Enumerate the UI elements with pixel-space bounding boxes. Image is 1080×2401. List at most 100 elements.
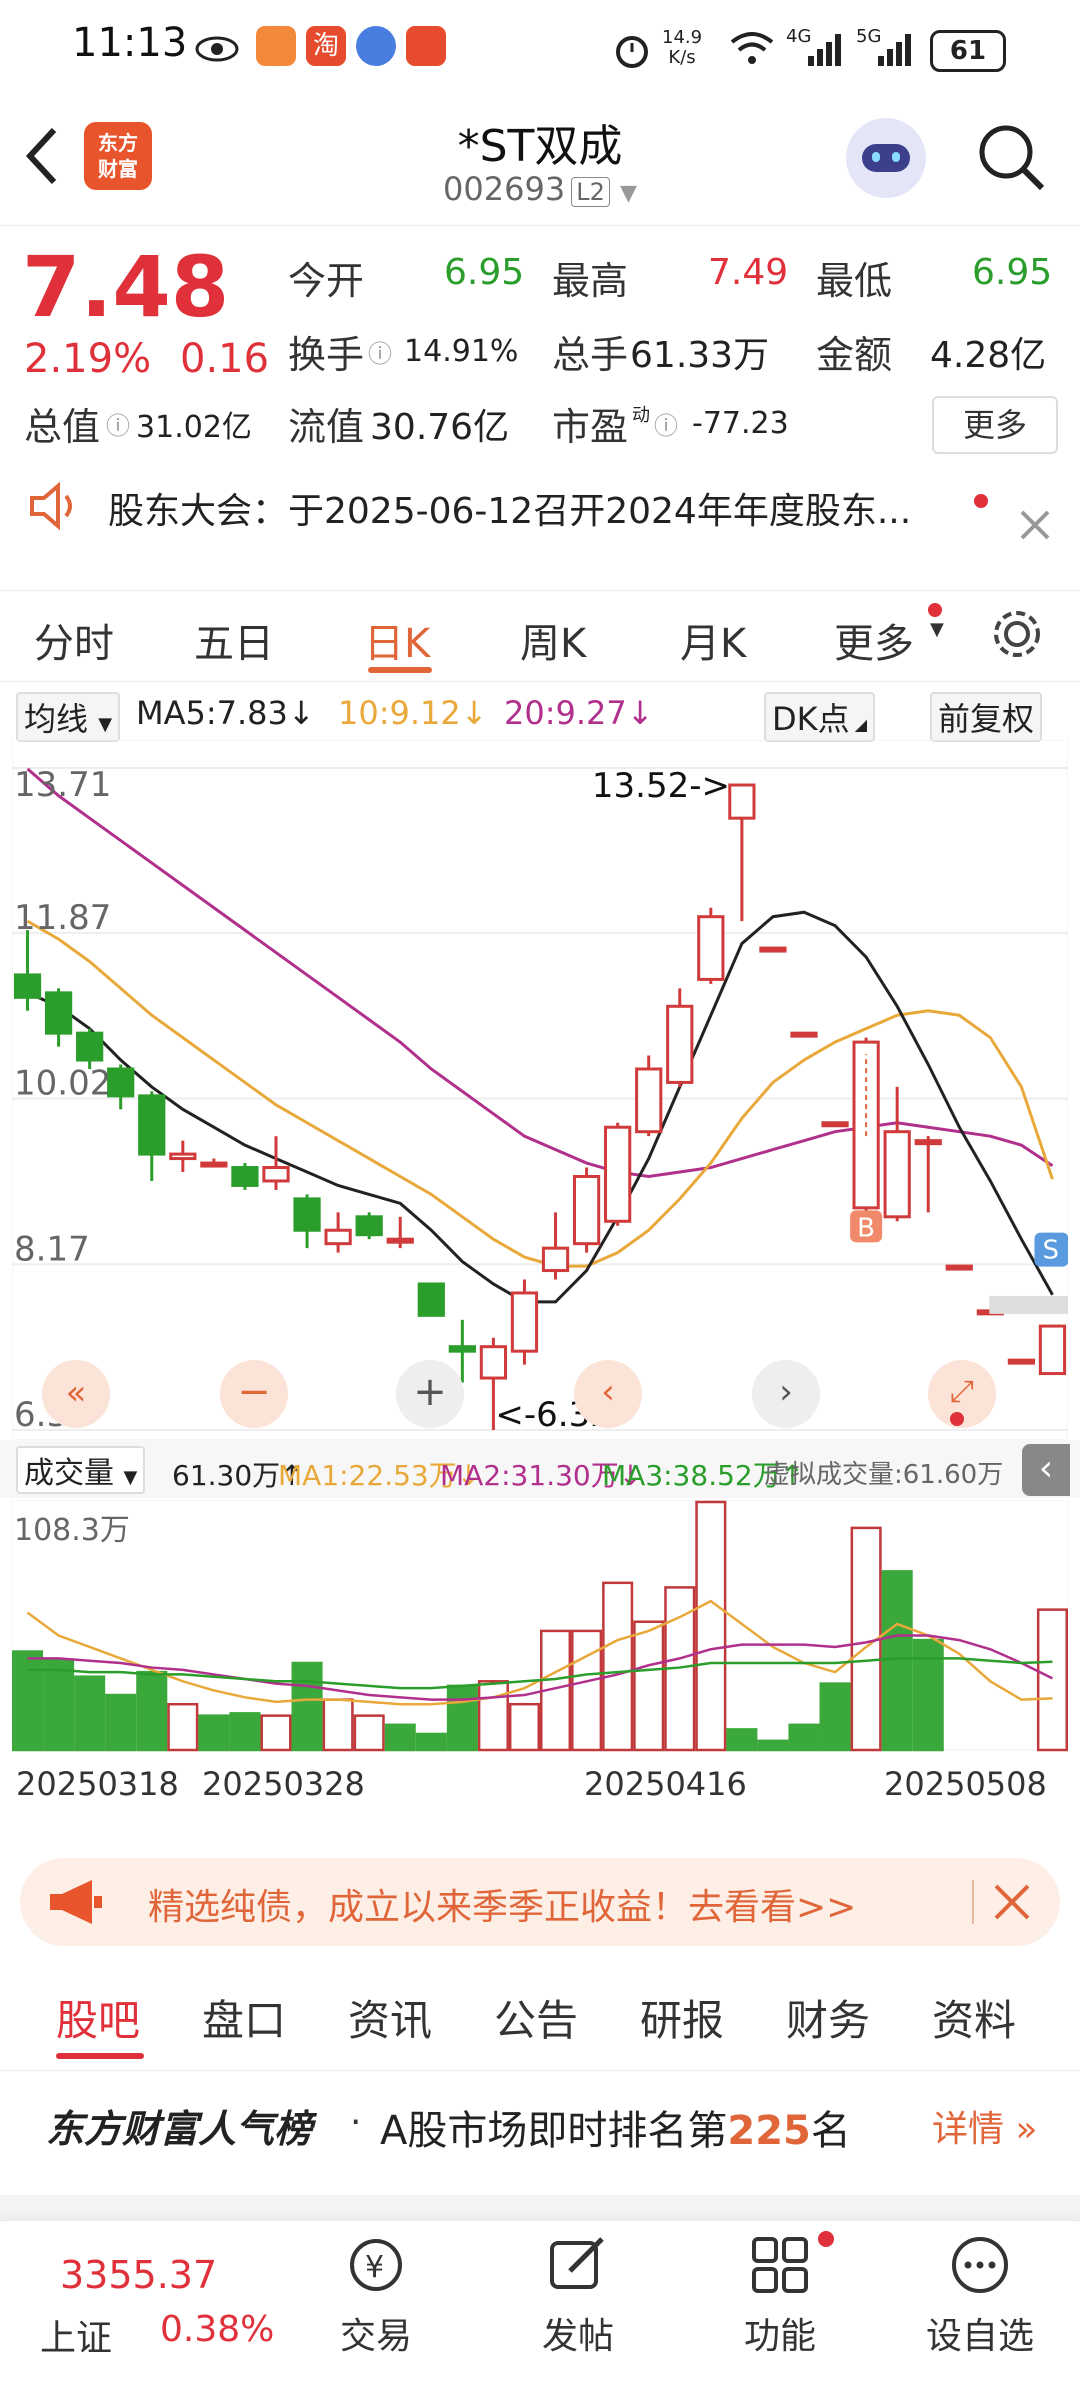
volume-label: 总手 — [552, 333, 629, 377]
candle — [510, 1291, 539, 1353]
volume-bar — [291, 1661, 323, 1752]
promo-banner[interactable]: 精选纯债，成立以来季季正收益！去看看>> — [20, 1858, 1060, 1946]
rewind-icon[interactable]: « — [42, 1360, 110, 1428]
more-dots-icon — [952, 2237, 1008, 2293]
post-button[interactable]: 发帖 — [508, 2233, 648, 2359]
candle — [759, 946, 787, 953]
candle — [635, 1067, 663, 1134]
more-quote-button[interactable]: 更多 — [932, 396, 1058, 454]
volume-bar — [695, 1500, 727, 1752]
tab-daily-k[interactable]: 日K — [364, 611, 430, 669]
tab-intraday[interactable]: 分时 — [34, 611, 114, 669]
tab-five-day[interactable]: 五日 — [194, 611, 274, 669]
volume-bar — [788, 1723, 820, 1752]
functions-button[interactable]: 功能 — [710, 2233, 850, 2359]
functions-dot — [818, 2231, 834, 2247]
tab-weekly-k[interactable]: 周K — [520, 611, 586, 669]
info-icon[interactable]: ⓘ — [368, 334, 392, 369]
signal-icon-1 — [808, 34, 841, 66]
volume-bar — [633, 1620, 665, 1752]
volume-bar — [136, 1670, 168, 1752]
megaphone-icon — [50, 1880, 102, 1924]
stock-header: 东方 财富 *ST双成 002693 L2 ▼ — [0, 100, 1080, 226]
tab-more[interactable]: 更多 — [834, 611, 914, 669]
candle — [821, 1121, 849, 1128]
volume-bar — [446, 1684, 478, 1752]
rank-text: A股市场即时排名第225名 — [380, 2108, 851, 2154]
pe-value: -77.23 — [692, 406, 789, 441]
settings-gear-icon[interactable] — [988, 605, 1046, 663]
candlestick-chart[interactable]: 13.7111.8710.028.176.32 13.52-><-6.32BS — [12, 740, 1068, 1440]
trade-button[interactable]: ¥ 交易 — [306, 2233, 446, 2359]
virtual-volume: 虚拟成交量:61.60万 — [764, 1460, 1004, 1490]
app-notification-icon — [256, 26, 296, 66]
high-value: 7.49 — [708, 252, 789, 293]
collapse-panel-icon[interactable]: ‹ — [1022, 1444, 1070, 1496]
rank-detail-link[interactable]: 详情 » — [932, 2100, 1037, 2152]
wifi-icon — [730, 32, 774, 64]
float-label: 流值 — [288, 405, 365, 449]
ma20-line — [26, 767, 1054, 1179]
mktcap-value: 31.02亿 — [136, 409, 252, 445]
volume-selector[interactable]: 成交量 ▼ — [16, 1446, 146, 1494]
svg-text:¥: ¥ — [365, 2250, 384, 2285]
candle — [1038, 1324, 1067, 1376]
candle — [697, 915, 725, 981]
float-value: 30.76亿 — [370, 406, 510, 448]
zoom-out-icon[interactable]: − — [220, 1360, 288, 1428]
b-marker-label: B — [857, 1213, 875, 1243]
candle — [417, 1282, 445, 1317]
tab-guba[interactable]: 股吧 — [56, 1987, 140, 2048]
info-icon[interactable]: ⓘ — [654, 406, 678, 441]
add-watchlist-button[interactable]: 设自选 — [910, 2233, 1050, 2359]
volume-bar — [105, 1693, 137, 1752]
notice-bar[interactable]: 股东大会：于2025-06-12召开2024年年度股东... — [0, 470, 1080, 578]
dk-point-button[interactable]: DK点 ◢ — [764, 692, 876, 742]
chart-period-tabs: 分时 五日 日K 周K 月K 更多 ▼ — [0, 590, 1080, 682]
next-icon[interactable]: › — [752, 1360, 820, 1428]
candle — [604, 1125, 632, 1223]
tab-news[interactable]: 资讯 — [348, 1987, 432, 2048]
ma-selector[interactable]: 均线 ▼ — [16, 692, 121, 742]
date-label: 20250328 — [202, 1765, 365, 1803]
more-dot — [928, 603, 942, 617]
tab-profile[interactable]: 资料 — [932, 1987, 1016, 2048]
search-icon[interactable] — [976, 122, 1048, 194]
signal-icon-2 — [878, 34, 911, 66]
candle — [790, 1031, 818, 1038]
volume-bar — [12, 1650, 44, 1752]
notice-text: 股东大会：于2025-06-12召开2024年年度股东... — [108, 491, 912, 532]
candle — [76, 1031, 104, 1062]
prev-icon[interactable]: ‹ — [574, 1360, 642, 1428]
adjust-button[interactable]: 前复权 — [930, 692, 1043, 742]
robot-assistant-icon[interactable] — [846, 118, 926, 198]
candle — [293, 1197, 321, 1232]
y-tick-label: 10.02 — [14, 1064, 111, 1104]
tab-research[interactable]: 研报 — [640, 1987, 724, 2048]
date-label: 20250318 — [16, 1765, 179, 1803]
tab-monthly-k[interactable]: 月K — [680, 611, 746, 669]
tab-announcements[interactable]: 公告 — [494, 1987, 578, 2048]
tab-pankou[interactable]: 盘口 — [202, 1987, 286, 2048]
zoom-in-icon[interactable]: + — [396, 1360, 464, 1428]
clock: 11:13 — [72, 20, 188, 66]
candles — [13, 783, 1067, 1430]
tab-finance[interactable]: 财务 — [786, 1987, 870, 2048]
volume-value: 61.33万 — [630, 334, 770, 376]
close-icon[interactable] — [992, 1882, 1032, 1922]
popularity-rank[interactable]: 东方财富人气榜 · A股市场即时排名第225名 详情 » — [0, 2080, 1080, 2170]
low-label: 最低 — [816, 259, 893, 303]
browser-icon — [356, 26, 396, 66]
y-tick-label: 11.87 — [14, 898, 111, 938]
open-value: 6.95 — [444, 252, 525, 293]
active-tab-indicator — [368, 667, 432, 673]
change-pct: 2.19% — [24, 336, 152, 382]
close-icon[interactable] — [1018, 508, 1052, 542]
candle — [448, 1345, 476, 1353]
ma-legend-row: 均线 ▼ MA5:7.83↓ 10:9.12↓ 20:9.27↓ DK点 ◢ 前… — [0, 688, 1080, 742]
info-icon[interactable]: ⓘ — [106, 406, 130, 441]
volume-max-label: 108.3万 — [14, 1513, 130, 1548]
turnover-label: 换手 — [288, 333, 365, 377]
index-name: 上证 — [40, 2318, 113, 2359]
index-value[interactable]: 3355.37 — [60, 2253, 217, 2297]
